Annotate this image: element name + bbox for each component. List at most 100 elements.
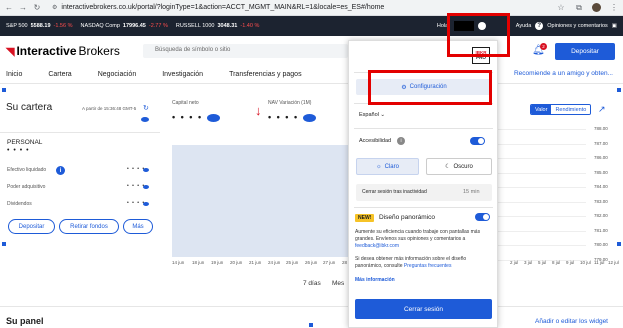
refresh-icon[interactable]: ↻ bbox=[143, 104, 149, 112]
chart-mode-toggle[interactable]: Valor Rendimiento bbox=[530, 104, 592, 115]
search-input[interactable]: Búsqueda de símbolo o sitio bbox=[143, 44, 348, 58]
sun-icon: ☼ bbox=[376, 163, 382, 170]
x-tick-label: 19 jun bbox=[211, 260, 224, 265]
expand-arrow-icon[interactable]: ↗ bbox=[598, 104, 606, 115]
browser-menu-icon[interactable]: ⋮ bbox=[609, 3, 619, 13]
toggle-performance[interactable]: Rendimiento bbox=[551, 105, 591, 114]
gridline bbox=[494, 143, 586, 145]
highlight-user-menu bbox=[447, 13, 510, 57]
chat-icon[interactable]: ▣ bbox=[612, 23, 617, 29]
highlight-settings bbox=[368, 70, 492, 105]
resize-handle[interactable] bbox=[617, 242, 621, 246]
edit-widgets-link[interactable]: Añadir o editar los widget bbox=[535, 318, 608, 325]
forward-icon[interactable]: → bbox=[18, 3, 28, 13]
nav-item-home[interactable]: Inicio bbox=[6, 71, 22, 78]
toggle-value[interactable]: Valor bbox=[531, 105, 552, 114]
panoramic-label: Diseño panorámico bbox=[379, 214, 436, 221]
site-info-icon[interactable]: ⚙ bbox=[52, 4, 57, 11]
info-icon[interactable]: i bbox=[56, 166, 65, 175]
reload-icon[interactable]: ↻ bbox=[32, 3, 42, 13]
divider bbox=[0, 306, 623, 307]
resize-handle[interactable] bbox=[617, 88, 621, 92]
divider bbox=[354, 207, 493, 208]
header-deposit-button[interactable]: Depositar bbox=[555, 43, 615, 60]
eye-icon[interactable] bbox=[207, 114, 220, 122]
gridline bbox=[494, 230, 586, 232]
eye-icon[interactable] bbox=[141, 117, 149, 122]
x-tick-label: 24 jun bbox=[268, 260, 281, 265]
eye-icon[interactable] bbox=[303, 114, 316, 122]
account-type: PERSONAL bbox=[7, 139, 43, 146]
portfolio-title: Su cartera bbox=[6, 102, 53, 113]
gridline bbox=[494, 187, 586, 188]
gridline bbox=[494, 201, 586, 203]
more-info-link[interactable]: Más información bbox=[355, 277, 395, 284]
x-tick-label: 3 jul bbox=[524, 260, 533, 265]
ticker-item[interactable]: NASDAQ Comp 17996.45 -2.77 % bbox=[80, 23, 167, 29]
logout-button[interactable]: Cerrar sesión bbox=[355, 299, 492, 319]
panoramic-description: Aumente su eficiencia cuando trabaje con… bbox=[355, 229, 481, 249]
help-icon[interactable]: ? bbox=[535, 22, 544, 30]
panoramic-toggle[interactable] bbox=[475, 213, 490, 221]
browser-profile-avatar[interactable] bbox=[592, 3, 601, 12]
y-tick-label: 781.00 bbox=[594, 227, 608, 233]
ticker-item[interactable]: RUSSELL 1000 3048.31 -1.40 % bbox=[176, 23, 260, 29]
info-icon[interactable]: i bbox=[397, 137, 405, 145]
x-tick-label: 2 jul bbox=[510, 260, 519, 265]
eye-icon[interactable] bbox=[143, 168, 149, 172]
more-button[interactable]: Más bbox=[123, 219, 153, 234]
period-7-days[interactable]: 7 días bbox=[303, 280, 321, 287]
eye-icon[interactable] bbox=[143, 185, 149, 189]
theme-light-button[interactable]: ☼ Claro bbox=[356, 158, 419, 175]
period-month[interactable]: Mes bbox=[332, 280, 344, 287]
settled-cash-label: Efectivo liquidado bbox=[7, 167, 47, 173]
buying-power-label: Poder adquisitivo bbox=[7, 184, 46, 190]
feedback-email-link[interactable]: feedback@ibkr.com bbox=[355, 243, 399, 249]
nav-item-research[interactable]: Investigación bbox=[162, 71, 203, 78]
faq-link[interactable]: Preguntas frecuentes bbox=[404, 263, 452, 269]
x-tick-label: 14 jun bbox=[172, 260, 185, 265]
nav-change-value: • • • • bbox=[268, 112, 299, 122]
theme-dark-button[interactable]: ☾ Oscuro bbox=[426, 158, 492, 175]
accessibility-toggle[interactable] bbox=[470, 137, 485, 145]
y-tick-label: 786.00 bbox=[594, 155, 608, 160]
nav-item-transfers[interactable]: Transferencias y pagos bbox=[229, 71, 302, 78]
help-link[interactable]: Ayuda bbox=[516, 23, 532, 29]
dividends-label: Dividendos bbox=[7, 201, 32, 207]
new-badge: NEW! bbox=[355, 214, 375, 222]
gridline bbox=[494, 158, 586, 159]
withdraw-button[interactable]: Retirar fondos bbox=[59, 219, 119, 234]
gridline bbox=[494, 216, 586, 217]
browser-bar: ← → ↻ ⚙ interactivebrokers.co.uk/portal/… bbox=[0, 0, 623, 16]
x-tick-label: 21 jun bbox=[249, 260, 262, 265]
y-tick-label: 783.00 bbox=[594, 198, 608, 204]
y-tick-label: 780.00 bbox=[594, 242, 608, 247]
bookmark-star-icon[interactable]: ☆ bbox=[556, 3, 566, 13]
logo[interactable]: ◥ Interactive Brokers bbox=[6, 44, 120, 58]
x-tick-label: 9 jul bbox=[566, 260, 575, 265]
nav-item-portfolio[interactable]: Cartera bbox=[48, 71, 71, 78]
deposit-button[interactable]: Depositar bbox=[8, 219, 55, 234]
x-tick-label: 25 jun bbox=[286, 260, 299, 265]
y-tick-label: 788.00 bbox=[594, 126, 608, 131]
logo-mark-icon: ◥ bbox=[6, 45, 15, 58]
language-select[interactable]: Español ⌄ bbox=[359, 112, 385, 118]
extensions-icon[interactable]: ⧉ bbox=[574, 3, 584, 13]
resize-handle[interactable] bbox=[2, 88, 6, 92]
moon-icon: ☾ bbox=[445, 164, 451, 170]
feedback-link[interactable]: Opiniones y comentarios bbox=[547, 23, 608, 29]
refer-friend-link[interactable]: Recomiende a un amigo y obten... bbox=[514, 70, 613, 77]
market-ticker: S&P 500 5588.19 -1.56 % NASDAQ Comp 1799… bbox=[0, 16, 623, 36]
net-capital-value: • • • • bbox=[172, 112, 203, 122]
resize-handle[interactable] bbox=[309, 323, 313, 327]
address-bar[interactable]: ⚙ interactivebrokers.co.uk/portal/?login… bbox=[52, 4, 384, 11]
timeout-value: 15 min bbox=[463, 189, 480, 195]
nav-item-trading[interactable]: Negociación bbox=[98, 71, 137, 78]
resize-handle[interactable] bbox=[2, 242, 6, 246]
app-header: ◥ Interactive Brokers Búsqueda de símbolo… bbox=[0, 36, 623, 66]
y-tick-label: 784.00 bbox=[594, 184, 608, 189]
back-icon[interactable]: ← bbox=[4, 3, 14, 13]
down-arrow-icon: ↓ bbox=[255, 103, 262, 118]
eye-icon[interactable] bbox=[143, 202, 149, 206]
ticker-item[interactable]: S&P 500 5588.19 -1.56 % bbox=[6, 23, 72, 29]
